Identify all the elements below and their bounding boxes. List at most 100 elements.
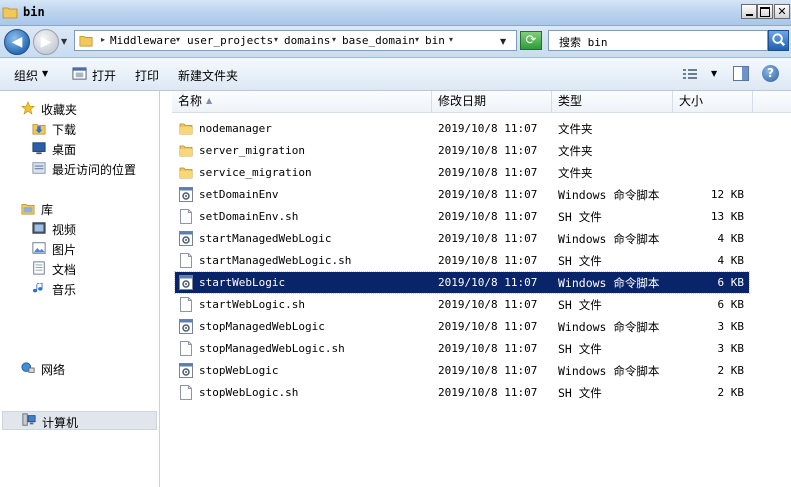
print-button[interactable]: 打印 [135,67,159,84]
sidebar-item-label: 库 [41,203,54,217]
breadcrumb-domains[interactable]: domains [284,34,330,47]
address-bar[interactable]: ▸ Middleware ▾ user_projects ▾ domains ▾… [74,30,517,51]
sidebar-item-recent-places[interactable]: 最近访问的位置 [31,160,155,178]
file-type: SH 文件 [558,386,602,400]
search-button[interactable] [768,30,789,51]
organize-button[interactable]: 组织 ▼ [14,58,64,90]
sidebar-item-documents[interactable]: 文档 [31,260,155,278]
sidebar-item-desktop[interactable]: 桌面 [31,140,155,158]
organize-label: 组织 [14,69,39,83]
close-button[interactable]: ✕ [774,4,790,19]
forward-button[interactable]: ▶ [33,29,59,55]
file-size: 13 KB [710,210,744,223]
folder-icon [179,123,193,135]
file-date: 2019/10/8 11:07 [438,386,538,399]
file-name: service_migration [199,166,312,179]
sidebar-item-network[interactable]: 网络 [20,360,155,378]
breadcrumb-bin[interactable]: bin [425,34,445,47]
chevron-right-icon[interactable]: ▸ [101,35,105,44]
chevron-down-icon[interactable]: ▾ [176,35,180,44]
breadcrumb-user-projects[interactable]: user_projects [187,34,273,47]
arrow-left-icon: ◀ [11,34,23,50]
blank-file-icon [180,297,192,312]
column-header-date[interactable]: 修改日期 [432,91,552,112]
script-gear-icon [179,319,193,334]
sidebar-item-computer[interactable]: 计算机 [2,411,157,430]
chevron-down-icon[interactable]: ▾ [332,35,336,44]
file-row[interactable]: stopManagedWebLogic 2019/10/8 11:07 Window… [175,316,749,337]
history-dropdown-icon[interactable]: ▼ [61,37,67,46]
sidebar-item-pictures[interactable]: 图片 [31,240,155,258]
column-header-name[interactable]: 名称 ▲ [172,91,432,112]
breadcrumb-middleware[interactable]: Middleware [110,34,176,47]
title-bar[interactable]: bin ✕ [0,0,791,26]
file-date: 2019/10/8 11:07 [438,276,538,289]
search-input[interactable]: 搜索 bin [548,30,768,51]
file-row[interactable]: startWebLogic 2019/10/8 11:07 Windows 命令脚本… [174,271,750,294]
minimize-button[interactable] [741,4,757,19]
file-type: Windows 命令脚本 [558,276,660,290]
file-row[interactable]: stopWebLogic.sh 2019/10/8 11:07 SH 文件 2 KB [175,382,749,403]
view-options-button[interactable] [682,68,698,80]
chevron-down-icon[interactable]: ▾ [274,35,278,44]
file-row[interactable]: stopManagedWebLogic.sh 2019/10/8 11:07 SH … [175,338,749,359]
preview-pane-button[interactable] [733,66,749,81]
video-icon [32,222,46,234]
file-row[interactable]: startManagedWebLogic 2019/10/8 11:07 Windo… [175,228,749,249]
file-size: 12 KB [710,188,744,201]
file-type: SH 文件 [558,210,602,224]
file-name: startWebLogic.sh [199,298,305,311]
file-row[interactable]: setDomainEnv 2019/10/8 11:07 Windows 命令脚本 1… [175,184,749,205]
file-name: setDomainEnv [199,188,279,201]
file-type: Windows 命令脚本 [558,188,660,202]
sidebar-item-videos[interactable]: 视频 [31,220,155,238]
file-size: 4 KB [717,232,745,245]
file-row[interactable]: startManagedWebLogic.sh 2019/10/8 11:07 SH… [175,250,749,271]
column-header-size[interactable]: 大小 [673,91,753,112]
new-folder-button[interactable]: 新建文件夹 [178,67,238,84]
music-note-icon [32,282,43,293]
file-row[interactable]: service_migration 2019/10/8 11:07 文件夹 [175,162,749,183]
file-name: startManagedWebLogic.sh [199,254,352,267]
file-name: nodemanager [199,122,272,135]
file-row[interactable]: stopWebLogic 2019/10/8 11:07 Windows 命令脚本 2… [175,360,749,381]
sidebar-item-label: 下载 [52,123,77,137]
column-header: 名称 ▲ 修改日期 类型 大小 [172,91,791,113]
file-date: 2019/10/8 11:07 [438,122,538,135]
file-row[interactable]: startWebLogic.sh 2019/10/8 11:07 SH 文件 6 KB [175,294,749,315]
back-button[interactable]: ◀ [4,29,30,55]
chevron-down-icon: ▼ [42,69,49,78]
file-type: Windows 命令脚本 [558,364,660,378]
help-button[interactable]: ? [762,65,779,82]
sidebar-item-download[interactable]: 下载 [31,120,155,138]
file-size: 2 KB [717,386,745,399]
file-name: stopWebLogic [199,364,279,377]
sidebar-item-label: 收藏夹 [41,103,78,117]
sidebar-item-music[interactable]: 音乐 [31,280,155,298]
maximize-button[interactable] [757,4,773,19]
file-size: 6 KB [717,276,745,289]
file-row[interactable]: setDomainEnv.sh 2019/10/8 11:07 SH 文件 13 KB [175,206,749,227]
network-icon [21,362,35,373]
file-type: Windows 命令脚本 [558,232,660,246]
open-button[interactable]: 打开 [72,58,120,90]
address-dropdown-icon[interactable]: ▼ [500,37,506,46]
file-size: 3 KB [717,320,745,333]
column-header-type[interactable]: 类型 [552,91,673,112]
file-row[interactable]: nodemanager 2019/10/8 11:07 文件夹 [175,118,749,139]
blank-file-icon [180,209,192,224]
chevron-down-icon[interactable]: ▾ [415,35,419,44]
script-gear-icon [179,275,193,290]
breadcrumb-base-domain[interactable]: base_domain [342,34,415,47]
sidebar-item-libraries[interactable]: 库 [20,200,155,218]
file-type: SH 文件 [558,254,602,268]
chevron-down-icon[interactable]: ▾ [449,35,453,44]
view-dropdown-icon[interactable]: ▼ [711,69,717,78]
open-file-icon [72,67,87,80]
file-row[interactable]: server_migration 2019/10/8 11:07 文件夹 [175,140,749,161]
sidebar-item-favorites[interactable]: 收藏夹 [20,100,155,118]
file-date: 2019/10/8 11:07 [438,144,538,157]
refresh-button[interactable]: ⟳ [520,31,542,50]
file-size: 2 KB [717,364,745,377]
file-name: stopManagedWebLogic.sh [199,342,345,355]
